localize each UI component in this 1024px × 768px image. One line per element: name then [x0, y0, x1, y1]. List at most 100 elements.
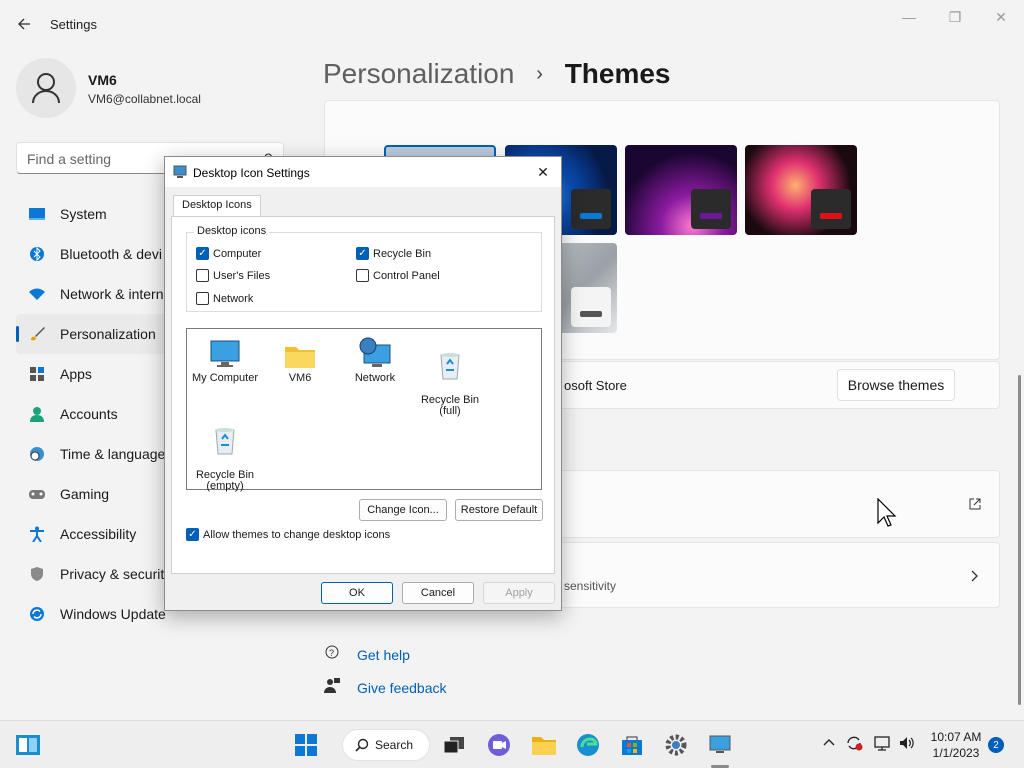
group-label: Desktop icons — [194, 225, 270, 237]
teams-chat-button[interactable] — [483, 729, 515, 761]
users-files-checkbox-label: User's Files — [213, 269, 271, 282]
icon-label: Network — [354, 372, 396, 384]
folder-icon — [285, 347, 315, 368]
taskbar-search-label: Search — [375, 738, 414, 752]
shield-icon — [28, 565, 46, 583]
theme-preview-swatch — [571, 287, 611, 327]
close-button[interactable]: ✕ — [978, 6, 1024, 28]
recycle-bin-checkbox[interactable]: ✓ Recycle Bin — [356, 247, 431, 260]
icon-item-recycle-bin-full[interactable]: Recycle Bin (full) — [415, 335, 485, 417]
icon-label: VM6 — [288, 372, 312, 384]
accent-bar — [580, 213, 602, 219]
icon-item-recycle-bin-empty[interactable]: Recycle Bin (empty) — [190, 410, 260, 492]
breadcrumb-parent[interactable]: Personalization — [323, 58, 514, 89]
ok-button[interactable]: OK — [321, 582, 393, 604]
sidebar-item-label: Time & language — [60, 446, 166, 462]
taskbar-clock[interactable]: 10:07 AM 1/1/2023 — [924, 729, 988, 761]
windows-logo-icon — [295, 734, 317, 756]
tray-sync-button[interactable] — [845, 735, 863, 754]
sidebar-item-label: Network & intern — [60, 286, 164, 302]
file-explorer-button[interactable] — [528, 729, 560, 761]
sidebar-item-label: Accessibility — [60, 526, 137, 542]
app-title: Settings — [50, 17, 97, 32]
checkmark-icon: ✓ — [196, 247, 209, 260]
start-button[interactable] — [290, 729, 322, 761]
checkbox-box — [356, 269, 369, 282]
sidebar-item-label: Privacy & security — [60, 566, 172, 582]
tab-panel: Desktop icons ✓ Computer ✓ Recycle Bin U… — [171, 216, 555, 574]
change-icon-button[interactable]: Change Icon... — [359, 499, 447, 521]
gear-icon — [665, 734, 687, 756]
theme-thumbnail-purple[interactable] — [625, 145, 737, 235]
avatar — [16, 58, 76, 118]
checkbox-box — [196, 292, 209, 305]
clock-time: 10:07 AM — [930, 730, 982, 744]
accent-bar — [700, 213, 722, 219]
dialog-titlebar[interactable]: Desktop Icon Settings ✕ — [165, 157, 561, 187]
monitor-icon — [210, 340, 240, 367]
sidebar-item-label: Apps — [60, 366, 92, 382]
icon-label: Recycle Bin (empty) — [195, 469, 255, 492]
cancel-button[interactable]: Cancel — [402, 582, 474, 604]
give-feedback-link[interactable]: Give feedback — [323, 677, 447, 699]
icon-list-view[interactable]: My Computer VM6 Network Recycle Bin (ful… — [186, 328, 542, 492]
allow-themes-checkbox[interactable]: ✓ Allow themes to change desktop icons — [186, 528, 390, 541]
give-feedback-label: Give feedback — [357, 680, 447, 696]
desktop-icon-settings-dialog: Desktop Icon Settings ✕ Desktop Icons De… — [164, 156, 562, 611]
network-checkbox-label: Network — [213, 292, 254, 305]
taskbar-search[interactable]: Search — [342, 729, 430, 761]
page-title: Themes — [564, 58, 671, 89]
tray-overflow-button[interactable] — [823, 735, 835, 750]
browse-themes-button[interactable]: Browse themes — [837, 369, 955, 401]
svg-text:?: ? — [329, 648, 334, 658]
dialog-close-button[interactable]: ✕ — [533, 162, 553, 182]
update-icon — [28, 605, 46, 623]
allow-themes-checkbox-label: Allow themes to change desktop icons — [203, 528, 391, 541]
tray-network-button[interactable] — [873, 735, 891, 754]
theme-thumbnail-flower[interactable] — [745, 145, 857, 235]
back-button[interactable] — [12, 12, 36, 36]
apply-button[interactable]: Apply — [483, 582, 555, 604]
volume-icon — [900, 737, 914, 749]
notification-badge[interactable]: 2 — [988, 737, 1004, 753]
widgets-button[interactable] — [12, 729, 44, 761]
sync-error-icon — [847, 736, 863, 751]
maximize-button[interactable]: ❐ — [932, 6, 978, 28]
person-icon — [32, 73, 60, 104]
icon-item-vm6[interactable]: VM6 — [265, 335, 335, 384]
wifi-icon — [28, 285, 46, 303]
sidebar-item-label: System — [60, 206, 107, 222]
computer-checkbox[interactable]: ✓ Computer — [196, 247, 261, 260]
network-checkbox[interactable]: Network — [196, 292, 253, 305]
mouse-cursor-icon — [877, 498, 897, 527]
control-panel-checkbox-label: Control Panel — [373, 269, 440, 282]
sidebar-item-label: Bluetooth & devi — [60, 246, 162, 262]
settings-app-button[interactable] — [660, 729, 692, 761]
icon-item-network[interactable]: Network — [340, 335, 410, 384]
control-panel-checkbox[interactable]: Control Panel — [356, 269, 440, 282]
users-files-checkbox[interactable]: User's Files — [196, 269, 270, 282]
clock-date: 1/1/2023 — [932, 746, 980, 760]
minimize-icon: — — [902, 9, 916, 25]
store-text: osoft Store — [564, 378, 627, 393]
help-icon: ? — [323, 644, 343, 666]
restore-default-button[interactable]: Restore Default — [455, 499, 543, 521]
desktop-settings-taskbar-button[interactable] — [704, 729, 736, 761]
dialog-title: Desktop Icon Settings — [193, 166, 310, 180]
user-profile[interactable]: VM6 VM6@collabnet.local — [16, 58, 201, 118]
get-help-link[interactable]: ? Get help — [323, 644, 410, 666]
task-view-button[interactable] — [438, 729, 470, 761]
sidebar-item-label: Accounts — [60, 406, 118, 422]
user-name: VM6 — [88, 72, 117, 88]
bluetooth-icon — [28, 245, 46, 263]
scrollbar[interactable] — [1018, 375, 1021, 705]
settings-titlebar: Settings — ❐ ✕ — [0, 0, 1024, 48]
tray-volume-button[interactable] — [898, 735, 916, 754]
minimize-button[interactable]: — — [886, 6, 932, 28]
tab-desktop-icons[interactable]: Desktop Icons — [173, 195, 261, 217]
brush-icon — [28, 325, 46, 343]
user-email: VM6@collabnet.local — [88, 92, 201, 106]
edge-button[interactable] — [572, 729, 604, 761]
icon-item-my-computer[interactable]: My Computer — [190, 335, 260, 384]
store-button[interactable] — [616, 729, 648, 761]
